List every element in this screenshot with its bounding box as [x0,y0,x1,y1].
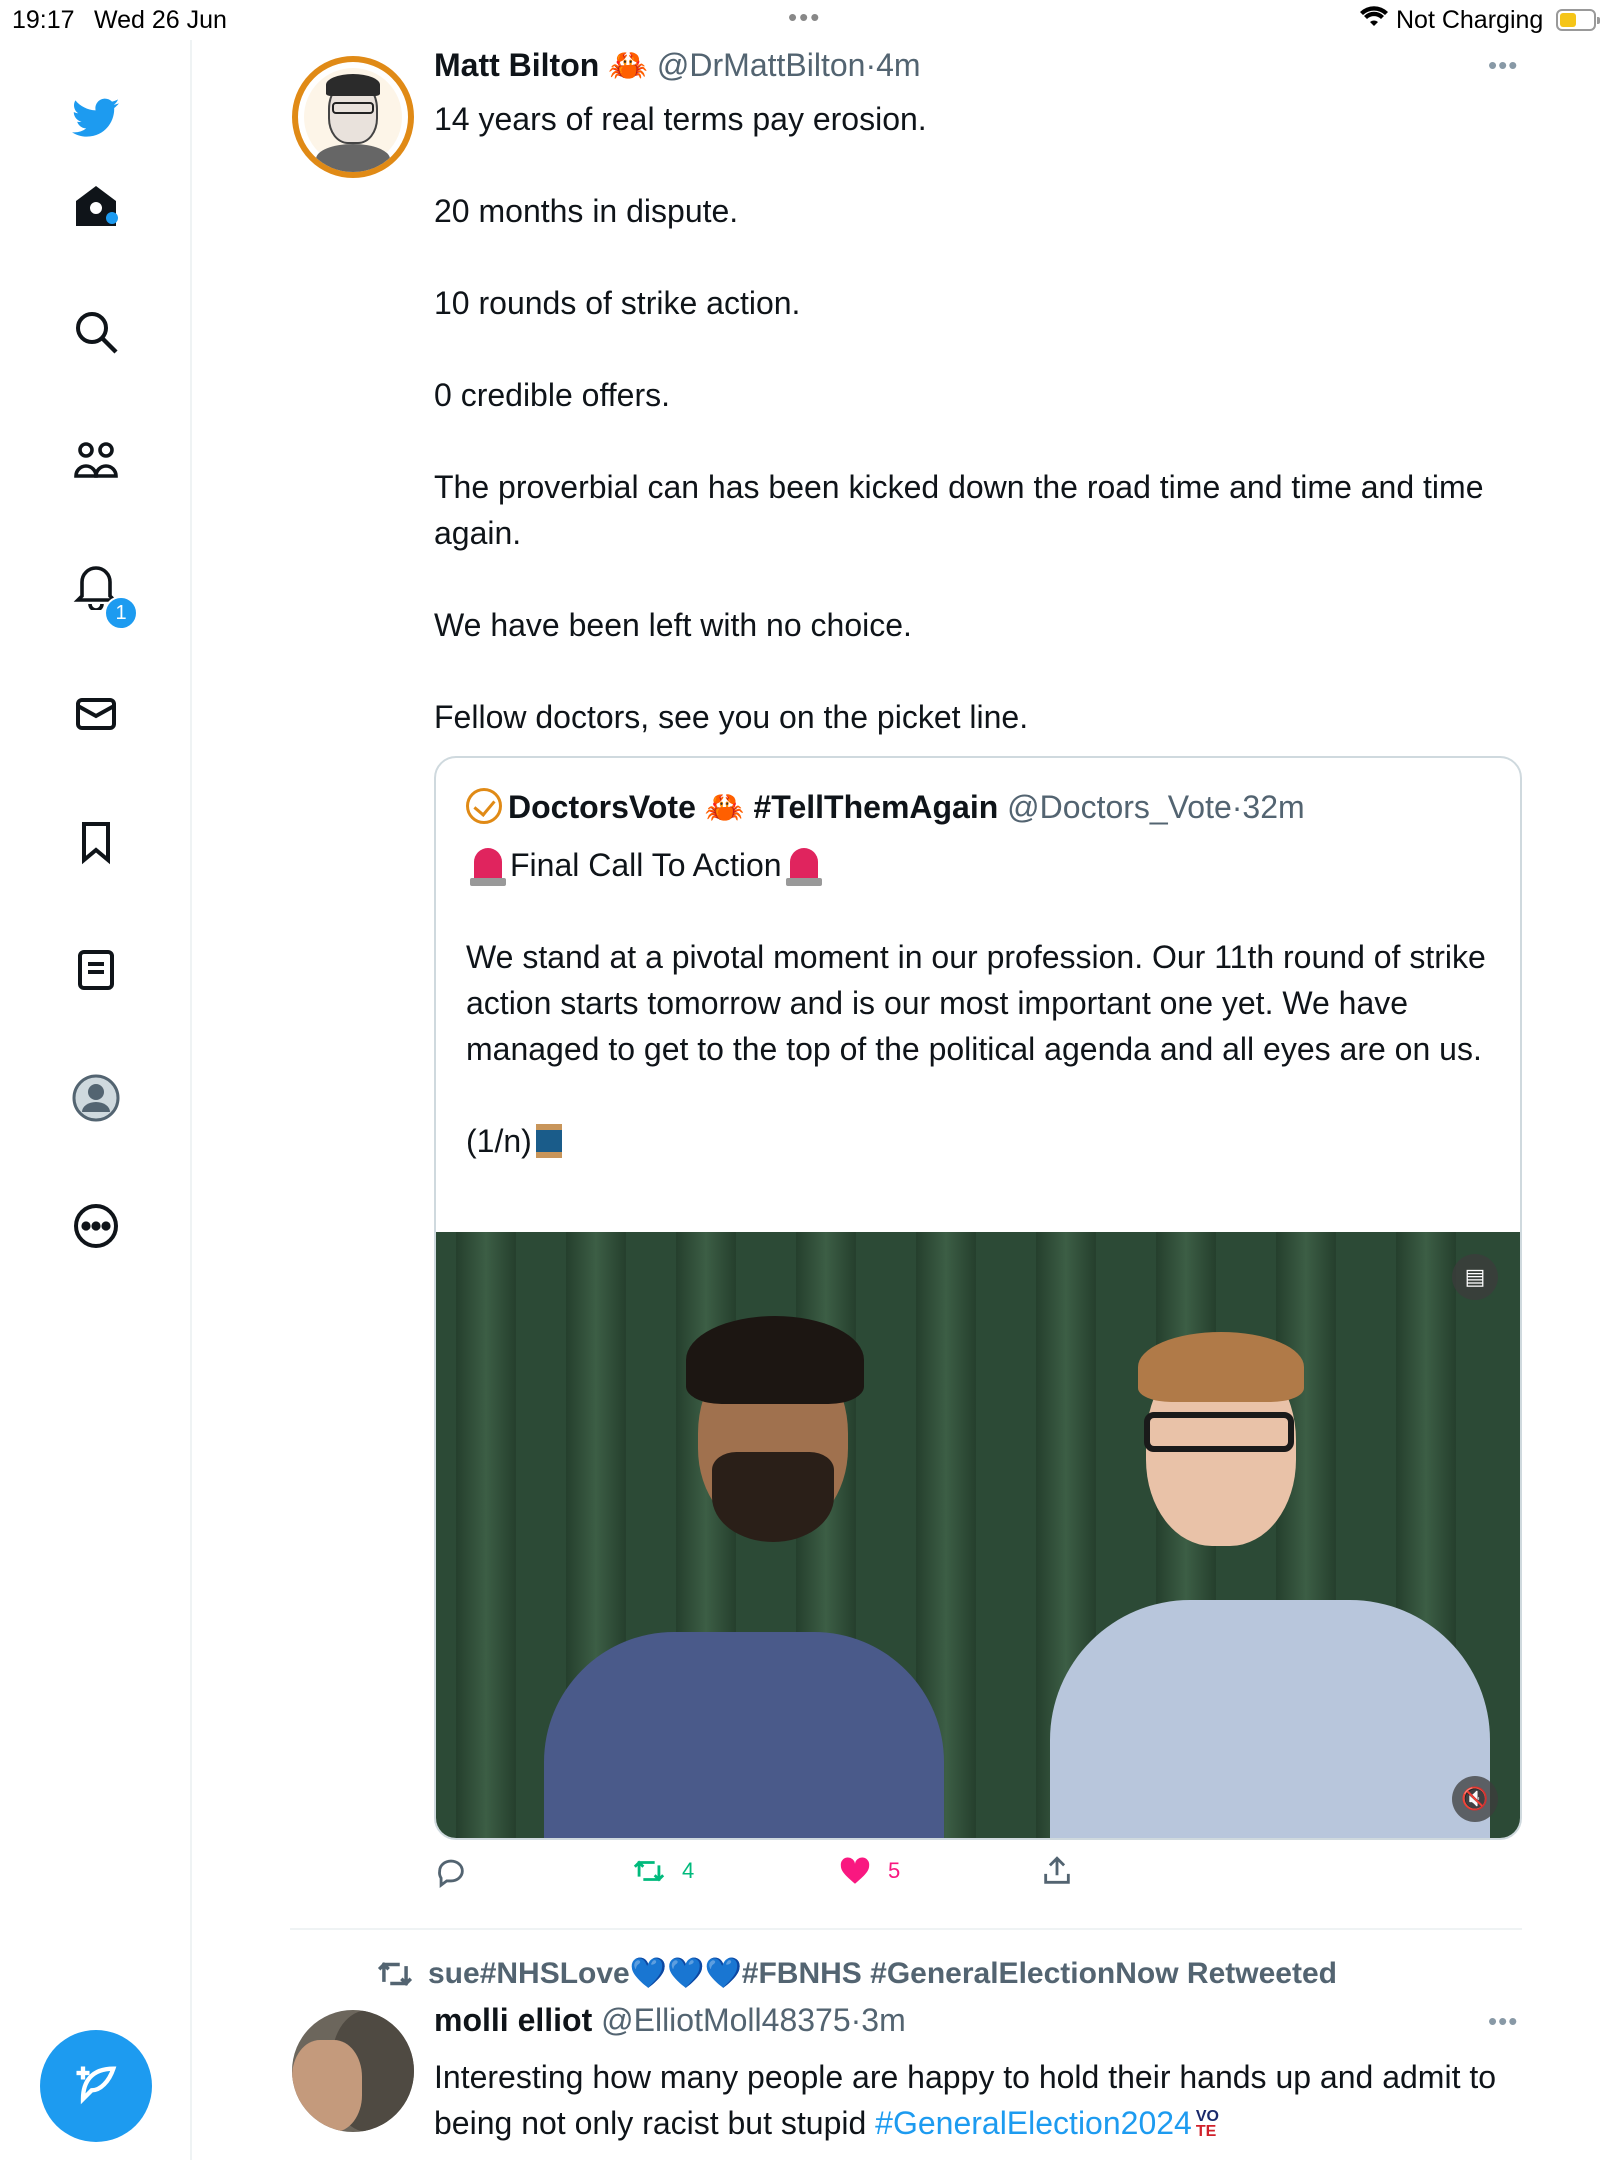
tweet-actions: 4 5 [434,1854,1522,1904]
profile-icon[interactable] [66,1068,126,1128]
charging-status: Not Charging [1396,6,1544,34]
captions-icon[interactable]: ▤ [1452,1254,1498,1300]
tweet-more-button[interactable]: ••• [1488,2006,1518,2037]
status-time: 19:17 [12,6,75,34]
siren-icon [470,848,506,886]
heart-icon [840,1857,870,1884]
quote-handle: @Doctors_Vote [1007,789,1232,825]
siren-icon [785,848,822,886]
like-button[interactable]: 5 [838,1854,900,1888]
status-date: Wed 26 Jun [94,6,227,34]
tweet-time[interactable]: 4m [876,47,920,83]
quote-video[interactable]: ▤ 🔇 [436,1232,1520,1838]
mute-icon[interactable]: 🔇 [1452,1776,1498,1822]
multitasking-dots[interactable]: ••• [788,2,821,33]
reply-icon [438,1859,464,1888]
share-button[interactable] [1040,1854,1074,1888]
wifi-icon [1360,6,1388,35]
quote-text: Final Call To Action We stand at a pivot… [466,847,1486,1159]
retweet-icon [633,1860,665,1882]
quote-header: DoctorsVote 🦀 #TellThemAgain @Doctors_Vo… [466,788,1305,826]
author-name[interactable]: Matt Bilton [434,47,599,83]
retweet-count: 4 [682,1858,695,1883]
retweet-button[interactable]: 4 [632,1854,694,1888]
quote-hashtag: #TellThemAgain [753,789,999,825]
quote-author-name: DoctorsVote [508,789,696,825]
battery-icon [1556,9,1600,31]
author-avatar[interactable] [292,56,414,178]
retweeted-by[interactable]: sue#NHSLove💙💙💙#FBNHS #GeneralElectionNow… [376,1956,1337,1991]
quote-time: 32m [1242,789,1305,825]
home-icon[interactable] [66,176,126,236]
bookmarks-icon[interactable] [66,812,126,872]
author-emoji: 🦀 [608,47,649,83]
verified-badge-icon [466,788,502,824]
tweet-text: Interesting how many people are happy to… [434,2059,1497,2141]
tweet-header: molli elliot @ElliotMoll48375·3m [434,2002,906,2038]
tweet-text: 14 years of real terms pay erosion. 20 m… [434,101,1484,735]
thread-spool-icon [535,1124,562,1158]
retweet-icon [377,1961,413,1986]
notification-badge: 1 [104,596,138,630]
vote-hashflag-icon: VO TE [1195,2108,1219,2140]
sidebar: 1 [0,40,192,2160]
reply-button[interactable] [434,1854,484,1888]
tweet-time[interactable]: 3m [861,2002,905,2038]
tweet-divider [290,1928,1522,1930]
hashtag-link[interactable]: #GeneralElection2024 [875,2105,1192,2141]
tweet-more-button[interactable]: ••• [1488,50,1518,81]
author-handle[interactable]: @ElliotMoll48375 [601,2002,851,2038]
author-name[interactable]: molli elliot [434,2002,592,2038]
communities-icon[interactable] [66,430,126,490]
share-icon [1044,1856,1070,1884]
more-icon[interactable] [66,1196,126,1256]
compose-tweet-button[interactable] [40,2030,152,2142]
messages-icon[interactable] [66,684,126,744]
status-bar: 19:17 Wed 26 Jun ••• Not Charging [0,0,1620,40]
lists-icon[interactable] [66,940,126,1000]
new-content-dot [106,212,118,224]
author-avatar[interactable] [292,2010,414,2132]
twitter-logo-icon[interactable] [66,88,126,148]
tweet-header: Matt Bilton 🦀 @DrMattBilton·4m [434,47,921,83]
author-handle[interactable]: @DrMattBilton [657,47,866,83]
quoted-tweet[interactable]: DoctorsVote 🦀 #TellThemAgain @Doctors_Vo… [434,756,1522,1840]
like-count: 5 [888,1858,901,1883]
search-icon[interactable] [66,302,126,362]
